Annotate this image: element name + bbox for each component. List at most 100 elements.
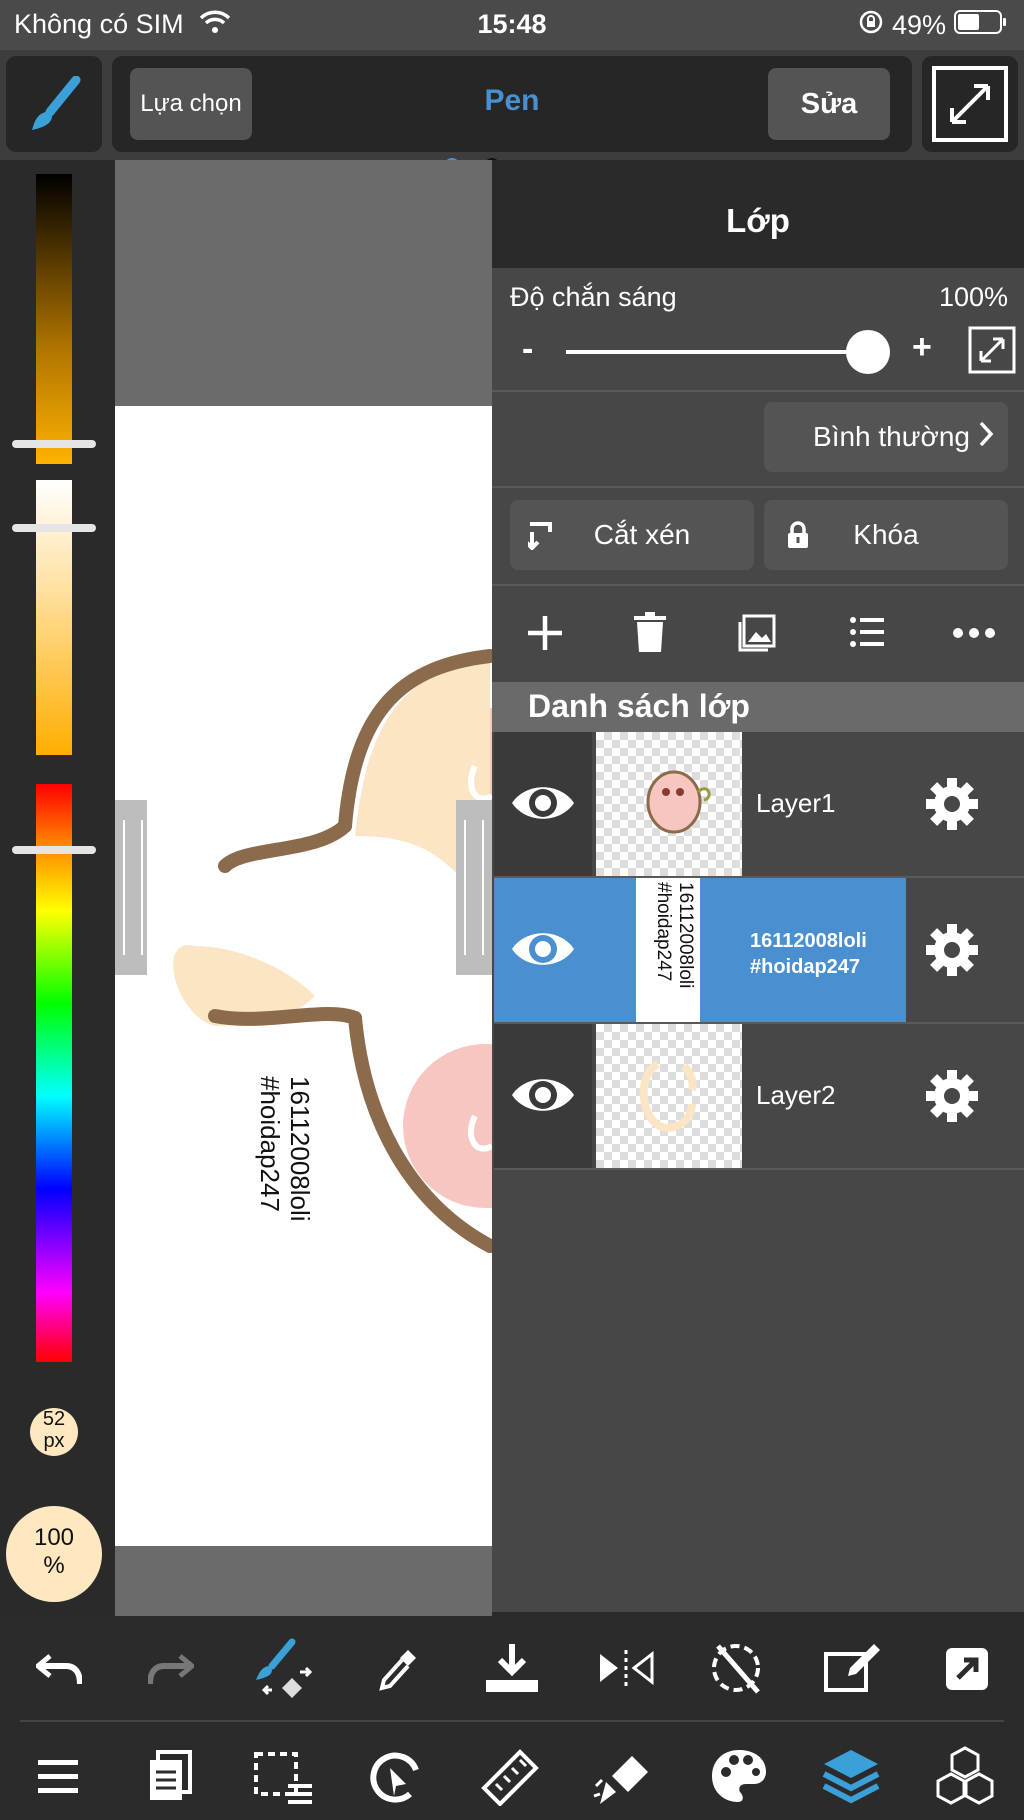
eye-icon [510, 926, 576, 977]
canvas-left-handle[interactable] [115, 800, 147, 975]
bottom-toolbar [0, 1616, 1024, 1820]
layer-thumbnail: 16112008loli #hoidap247 [596, 878, 742, 1022]
tool-name[interactable]: Pen [412, 84, 612, 118]
slider-knob[interactable] [12, 524, 96, 532]
layer-actions [492, 584, 1024, 684]
bottom-divider [20, 1720, 1004, 1722]
layer-row-text[interactable]: 16112008loli #hoidap247 16112008loli #ho… [494, 878, 1024, 1024]
opacity-minus-button[interactable]: - [522, 330, 533, 369]
layer-settings-button[interactable] [924, 776, 980, 837]
layer-settings-area [906, 878, 1024, 1022]
artwork [173, 649, 492, 1253]
more-icon[interactable] [952, 626, 996, 644]
opacity-plus-button[interactable]: + [912, 328, 932, 367]
clip-label: Cắt xén [593, 519, 691, 550]
clip-button[interactable]: Cắt xén [510, 500, 754, 570]
expand-icon [968, 326, 1016, 378]
transform-icon[interactable] [366, 1748, 424, 1811]
layer-name: Layer2 [756, 1080, 836, 1110]
rotation-lock-icon [858, 9, 884, 42]
brush-icon [28, 76, 82, 132]
redo-icon[interactable] [147, 1652, 196, 1693]
menu-icon[interactable] [38, 1760, 78, 1799]
visibility-toggle[interactable] [494, 1024, 592, 1168]
selection-icon[interactable] [254, 1752, 314, 1809]
layer-list-icon[interactable] [850, 616, 884, 653]
lock-label: Khóa [853, 519, 919, 550]
layer-name: 16112008loli #hoidap247 [750, 930, 867, 978]
delete-layer-icon[interactable] [634, 612, 666, 657]
hue-slider[interactable] [36, 784, 72, 1362]
opacity-label: Độ chắn sáng [510, 282, 677, 312]
blend-mode-button[interactable]: Bình thường [764, 402, 1008, 472]
expand-button[interactable] [968, 326, 1016, 374]
fill-icon[interactable] [592, 1746, 654, 1811]
flip-icon[interactable] [596, 1648, 656, 1693]
top-toolbar: Lựa chọn Pen Sửa [0, 50, 1024, 160]
visibility-toggle[interactable] [494, 732, 592, 876]
canvas-right-handle[interactable] [456, 800, 492, 975]
slider-knob[interactable] [12, 846, 96, 854]
brush-tool-button[interactable] [6, 56, 102, 152]
layer-row-layer2[interactable]: Layer2 [494, 1024, 1024, 1170]
eye-icon [510, 1072, 576, 1123]
chevron-right-icon [978, 420, 994, 455]
layer-thumbnail [596, 732, 742, 876]
edit-button[interactable]: Sửa [768, 68, 890, 140]
undo-icon[interactable] [34, 1652, 83, 1693]
blend-section: Bình thường [492, 390, 1024, 488]
opacity-section: Độ chắn sáng 100% - + [492, 268, 1024, 392]
tool-bar-center: Lựa chọn Pen Sửa [112, 56, 912, 152]
opacity-value: 100% [938, 282, 1008, 312]
status-bar: Không có SIM 15:48 49% [0, 0, 1024, 50]
brush-swap-icon[interactable] [252, 1638, 316, 1707]
brush-opacity-indicator[interactable]: 100 % [6, 1506, 102, 1602]
layer-thumbnail [596, 1024, 742, 1168]
opacity-slider-thumb[interactable] [846, 330, 890, 374]
eye-icon [510, 780, 576, 831]
battery-percent: 49% [891, 10, 946, 40]
layer-name: Layer1 [756, 788, 836, 818]
layer-row-layer1[interactable]: Layer1 [494, 732, 1024, 878]
brush-size-indicator[interactable]: 52 px [30, 1408, 78, 1456]
fullscreen-icon [932, 66, 1008, 142]
gear-icon [924, 924, 980, 982]
layer-settings-button[interactable] [924, 922, 980, 983]
gear-icon [924, 1070, 980, 1128]
panel-title: Lớp [726, 202, 790, 239]
panel-header: Lớp [492, 160, 1024, 268]
layers-icon[interactable] [822, 1746, 880, 1809]
export-icon[interactable] [944, 1646, 990, 1697]
brightness-slider[interactable] [36, 174, 72, 464]
canvas-text: 16112008loli #hoidap247 [255, 1076, 315, 1222]
pages-icon[interactable] [148, 1750, 192, 1807]
rotate-off-icon[interactable] [708, 1638, 764, 1703]
blend-mode-label: Bình thường [813, 421, 970, 452]
slider-knob[interactable] [12, 440, 96, 448]
add-layer-icon[interactable] [526, 614, 564, 657]
canvas-paper[interactable]: 16112008loli #hoidap247 [115, 406, 492, 1546]
clip-lock-section: Cắt xén Khóa [492, 486, 1024, 586]
lock-button[interactable]: Khóa [764, 500, 1008, 570]
saturation-slider[interactable] [36, 480, 72, 755]
eyedropper-icon[interactable] [378, 1646, 420, 1697]
add-image-layer-icon[interactable] [738, 614, 776, 657]
materials-icon[interactable] [934, 1746, 996, 1811]
fullscreen-button[interactable] [922, 56, 1018, 152]
color-sidebar: 52 px 100 % [0, 160, 114, 1616]
visibility-toggle[interactable] [494, 878, 592, 1022]
gear-icon [924, 778, 980, 836]
layer-list-header: Danh sách lớp [492, 682, 1024, 732]
status-right: 49% [858, 9, 1008, 42]
opacity-slider-track[interactable] [566, 350, 872, 354]
selection-button[interactable]: Lựa chọn [130, 68, 252, 140]
edit-layer-icon[interactable] [824, 1640, 882, 1697]
lock-icon [786, 520, 810, 557]
clip-arrow-icon [524, 520, 554, 557]
save-icon[interactable] [484, 1642, 540, 1699]
layer-settings-button[interactable] [924, 1068, 980, 1129]
layer-panel: Lớp Độ chắn sáng 100% - + Bình thường Cắ… [492, 160, 1024, 1612]
palette-icon[interactable] [710, 1748, 768, 1809]
ruler-icon[interactable] [480, 1748, 540, 1811]
layer-list-title: Danh sách lớp [528, 688, 750, 724]
